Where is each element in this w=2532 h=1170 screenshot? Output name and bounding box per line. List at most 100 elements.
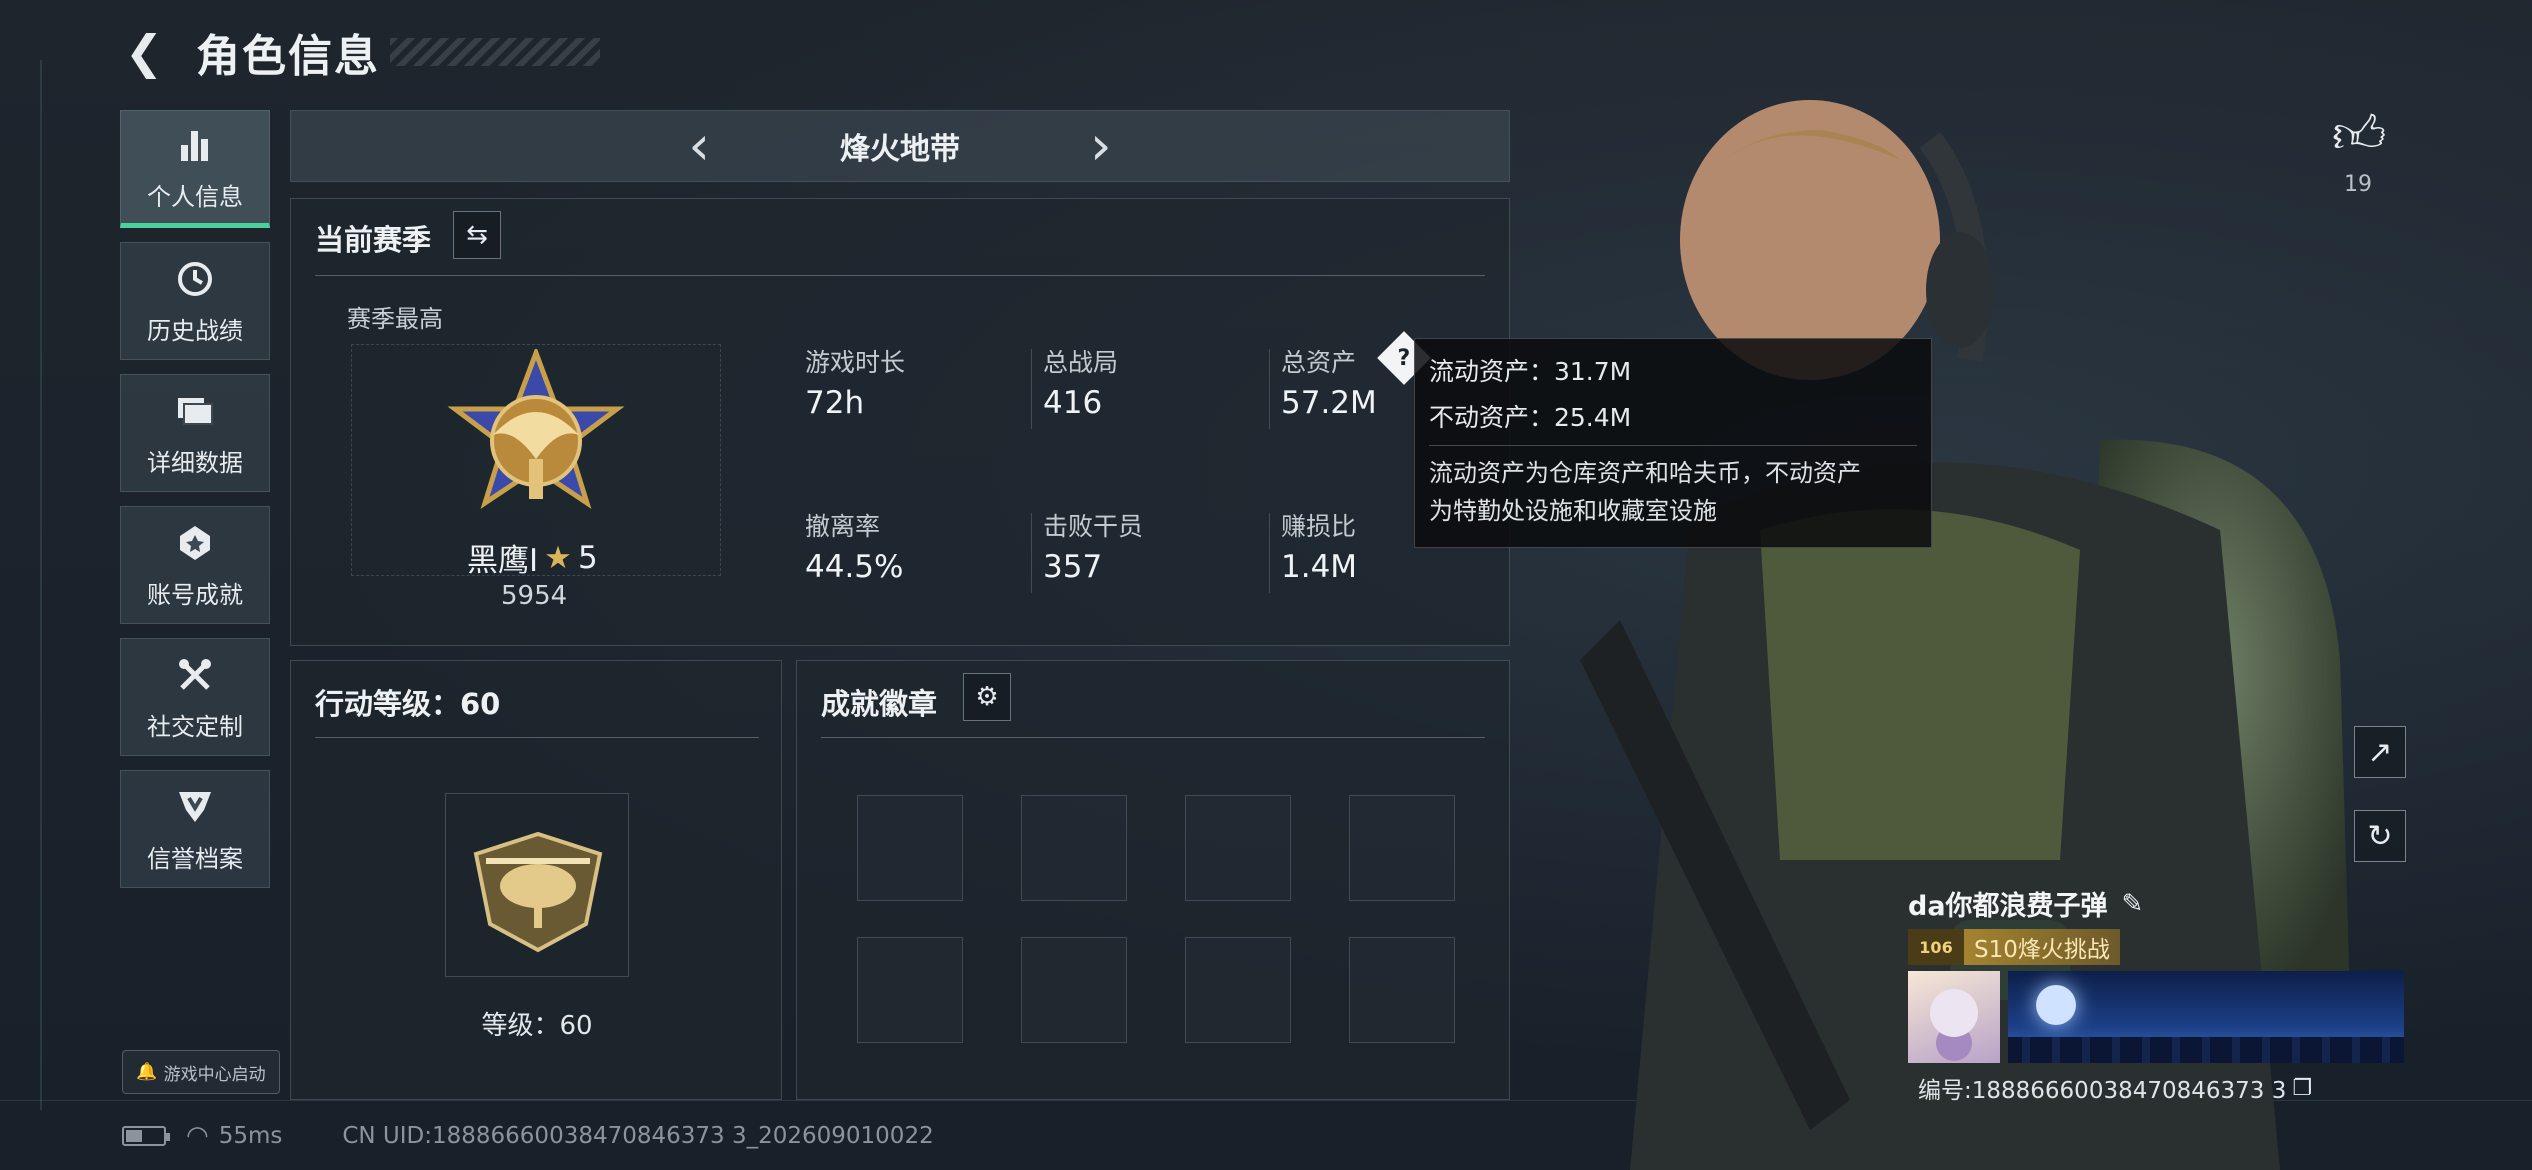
season-title: 当前赛季 <box>315 223 432 257</box>
nav-label: 详细数据 <box>147 448 243 477</box>
moon-decoration <box>2036 985 2076 1025</box>
stat-divider <box>1031 513 1032 593</box>
stat-label-matches: 总战局 <box>1043 348 1119 377</box>
nav-label: 历史战绩 <box>147 316 243 345</box>
header: ❮ 角色信息 <box>120 22 600 82</box>
stat-label-playtime: 游戏时长 <box>805 348 906 377</box>
nav-item-social-custom[interactable]: 社交定制 <box>120 638 270 756</box>
back-arrow-icon[interactable]: ❮ <box>120 25 168 79</box>
stat-divider <box>1031 349 1032 429</box>
avatar[interactable] <box>1908 971 2000 1063</box>
nav-label: 账号成就 <box>147 580 243 609</box>
title-decoration <box>390 38 600 66</box>
badge-slot[interactable] <box>1349 795 1455 901</box>
rank-stars: 5 <box>577 539 598 576</box>
gear-icon: ⚙ <box>975 682 999 712</box>
uid-text: CN UID:18886660038470846373 3_2026090100… <box>342 1123 934 1149</box>
badge-slot[interactable] <box>1349 937 1455 1043</box>
season-switch-button[interactable]: ⇆ <box>453 211 501 259</box>
tooltip-description-line2: 为特勤处设施和收藏室设施 <box>1429 497 1717 525</box>
game-center-launch-button[interactable]: 🔔 游戏中心启动 <box>122 1050 280 1094</box>
stat-value-kills: 357 <box>1043 549 1103 585</box>
level-emblem-frame <box>445 793 629 977</box>
tooltip-liquid-assets: 流动资产：31.7M <box>1429 357 1632 386</box>
assets-tooltip: 流动资产：31.7M 不动资产：25.4M 流动资产为仓库资产和哈夫币，不动资产… <box>1414 338 1932 548</box>
achievement-badge-panel: 成就徽章 ⚙ <box>796 660 1510 1100</box>
stat-label-extract-rate: 撤离率 <box>805 512 881 541</box>
credit-shield-icon <box>173 785 217 829</box>
rank-name: 黑鹰I ★ 5 <box>467 535 598 580</box>
nav-item-detailed-data[interactable]: 详细数据 <box>120 374 270 492</box>
copy-icon[interactable]: ❐ <box>2292 1076 2312 1101</box>
next-mode-arrow-icon[interactable]: › <box>1090 119 1112 173</box>
action-level-title: 行动等级：60 <box>315 687 501 721</box>
name-card-banner <box>2008 971 2404 1063</box>
season-panel: 当前赛季 ⇆ 赛季最高 黑鹰I ★ 5 5954 游戏时长 72h 总战局 41… <box>290 198 1510 646</box>
folder-data-icon <box>173 389 217 433</box>
share-icon: ↗ <box>2367 734 2393 770</box>
sidebar-nav: 个人信息 历史战绩 详细数据 账号成就 社交定制 信誉档案 <box>120 110 270 902</box>
star-icon: ★ <box>544 539 572 576</box>
battery-icon <box>122 1126 170 1146</box>
rank-score: 5954 <box>501 581 568 611</box>
season-challenge-badge: 106 S10烽火挑战 <box>1908 929 2120 965</box>
mode-name: 烽火地带 <box>840 132 960 167</box>
badge-level: 106 <box>1908 929 1964 965</box>
badge-slot[interactable] <box>857 937 963 1043</box>
player-name-row: da你都浪费子弹 ✎ <box>1908 884 2404 923</box>
game-center-label: 游戏中心启动 <box>163 1064 266 1085</box>
swap-icon: ⇆ <box>466 220 488 250</box>
mode-switcher: ‹ 烽火地带 › <box>290 110 1510 182</box>
tooltip-fixed-assets: 不动资产：25.4M <box>1429 403 1632 432</box>
badge-slot[interactable] <box>1185 795 1291 901</box>
nav-item-history[interactable]: 历史战绩 <box>120 242 270 360</box>
history-clock-icon <box>173 257 217 301</box>
stat-label-profit-ratio: 赚损比 <box>1281 512 1357 541</box>
badge-slot[interactable] <box>1021 937 1127 1043</box>
tools-icon <box>173 653 217 697</box>
badge-slot[interactable] <box>857 795 963 901</box>
stat-value-playtime: 72h <box>805 385 865 421</box>
stat-value-total-assets: 57.2M <box>1281 385 1377 421</box>
status-bar: ◠ 55ms CN UID:18886660038470846373 3_202… <box>122 1118 934 1154</box>
stat-value-extract-rate: 44.5% <box>805 549 904 585</box>
prev-mode-arrow-icon[interactable]: ‹ <box>688 119 710 173</box>
nav-label: 个人信息 <box>147 182 243 211</box>
rank-emblem-icon <box>441 345 631 539</box>
nav-item-personal-info[interactable]: 个人信息 <box>120 110 270 228</box>
ping-text: 55ms <box>218 1123 283 1149</box>
nav-label: 社交定制 <box>147 712 243 741</box>
level-text: 等级：60 <box>481 1011 593 1041</box>
divider <box>821 737 1485 738</box>
achievements-title: 成就徽章 <box>821 687 938 721</box>
thumbs-up-icon[interactable]: 👍︎ <box>2332 104 2386 166</box>
action-level-panel: 行动等级：60 等级：60 <box>290 660 782 1100</box>
wifi-icon: ◠ <box>186 1121 209 1151</box>
badge-slot[interactable] <box>1185 937 1291 1043</box>
player-card: da你都浪费子弹 ✎ 106 S10烽火挑战 编号:18886660038470… <box>1908 884 2404 1105</box>
nav-item-account-achievements[interactable]: 账号成就 <box>120 506 270 624</box>
badge-slot[interactable] <box>1021 795 1127 901</box>
rank-name-text: 黑鹰I <box>467 543 539 579</box>
refresh-icon: ↻ <box>2367 818 2393 854</box>
player-id: 编号:18886660038470846373 3 <box>1918 1078 2287 1104</box>
banner-row <box>1908 971 2404 1063</box>
nav-item-credit-record[interactable]: 信誉档案 <box>120 770 270 888</box>
badge-settings-button[interactable]: ⚙ <box>963 673 1011 721</box>
refresh-button[interactable]: ↻ <box>2354 810 2406 862</box>
badge-text: S10烽火挑战 <box>1974 937 2110 963</box>
divider <box>315 737 759 738</box>
stat-divider <box>1269 349 1270 429</box>
share-button[interactable]: ↗ <box>2354 726 2406 778</box>
tooltip-description-line1: 流动资产为仓库资产和哈夫币，不动资产 <box>1429 459 1861 487</box>
stat-value-matches: 416 <box>1043 385 1103 421</box>
divider <box>1429 445 1917 446</box>
stat-label-kills: 击败干员 <box>1043 512 1144 541</box>
edit-pencil-icon[interactable]: ✎ <box>2122 889 2144 919</box>
deco-line <box>40 60 42 1110</box>
nav-label: 信誉档案 <box>147 844 243 873</box>
player-name: da你都浪费子弹 <box>1908 891 2108 922</box>
divider <box>315 275 1485 276</box>
stat-value-profit-ratio: 1.4M <box>1281 549 1358 585</box>
bell-icon: 🔔 <box>136 1062 158 1082</box>
